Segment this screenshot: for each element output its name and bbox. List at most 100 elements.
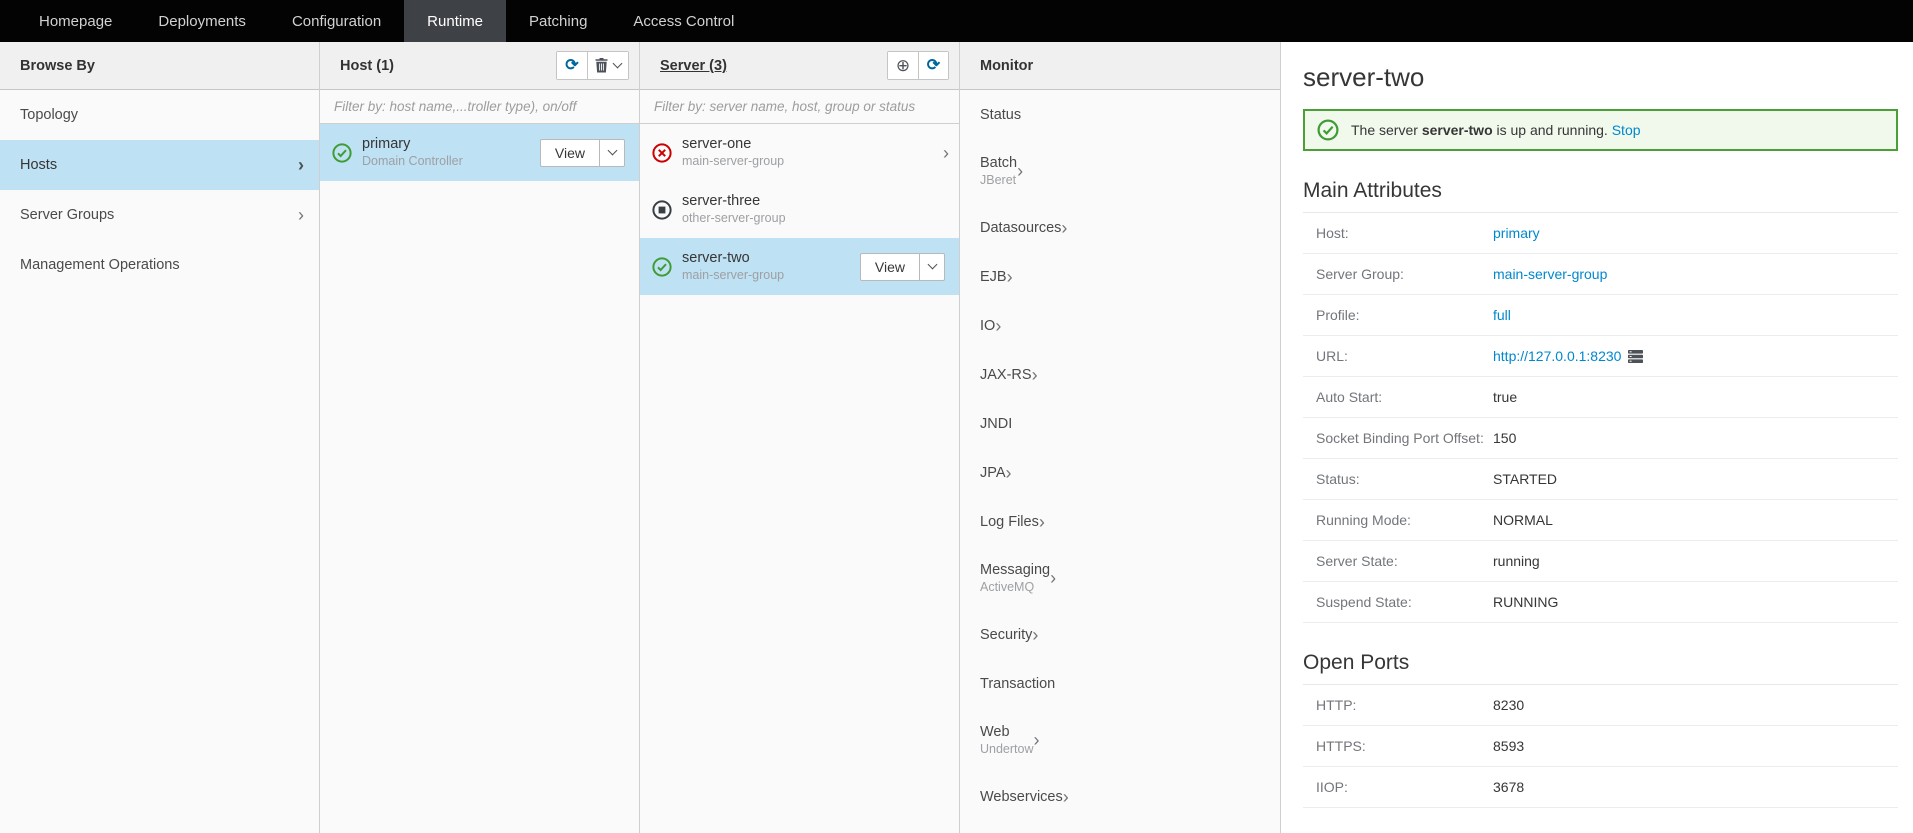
monitor-item-jndi[interactable]: JNDI bbox=[960, 399, 1280, 448]
caret-down-icon bbox=[607, 146, 617, 156]
server-filter-input[interactable] bbox=[652, 98, 947, 115]
attr-label: Status: bbox=[1316, 471, 1493, 487]
success-alert: The server server-two is up and running.… bbox=[1303, 109, 1898, 151]
monitor-item-batch[interactable]: Batch JBeret › bbox=[960, 139, 1280, 203]
profile-link[interactable]: full bbox=[1493, 307, 1511, 323]
monitor-item-text: Batch JBeret bbox=[980, 154, 1017, 188]
attr-value: 8230 bbox=[1493, 697, 1524, 713]
attr-label: Suspend State: bbox=[1316, 594, 1493, 610]
nav-item-access-control[interactable]: Access Control bbox=[610, 0, 757, 42]
url-link[interactable]: http://127.0.0.1:8230 bbox=[1493, 348, 1621, 364]
refresh-icon: ⟳ bbox=[927, 58, 940, 74]
attr-label: Server Group: bbox=[1316, 266, 1493, 282]
status-ok-icon bbox=[332, 143, 352, 163]
nav-item-patching[interactable]: Patching bbox=[506, 0, 610, 42]
host-link[interactable]: primary bbox=[1493, 225, 1540, 241]
browse-item-management-operations[interactable]: Management Operations bbox=[0, 240, 319, 290]
attr-row-profile: Profile: full bbox=[1303, 295, 1898, 336]
view-dropdown-button[interactable] bbox=[920, 253, 945, 281]
view-button[interactable]: View bbox=[540, 139, 600, 167]
server-row-server-two[interactable]: server-two main-server-group View bbox=[640, 238, 959, 295]
monitor-item-web[interactable]: Web Undertow › bbox=[960, 708, 1280, 772]
host-toolbar: ⟳ bbox=[556, 51, 629, 80]
alert-text-after: is up and running. bbox=[1493, 122, 1612, 138]
server-row-text: server-three other-server-group bbox=[682, 193, 786, 226]
server-name: server-three bbox=[682, 193, 786, 210]
refresh-button[interactable]: ⟳ bbox=[557, 52, 587, 79]
nav-item-configuration[interactable]: Configuration bbox=[269, 0, 404, 42]
chevron-right-icon: › bbox=[1039, 513, 1045, 531]
server-group-link[interactable]: main-server-group bbox=[1493, 266, 1607, 282]
status-stopped-icon bbox=[652, 200, 672, 220]
attr-label: Server State: bbox=[1316, 553, 1493, 569]
browse-by-title: Browse By bbox=[20, 58, 95, 74]
monitor-item-io[interactable]: IO › bbox=[960, 301, 1280, 350]
refresh-icon: ⟳ bbox=[565, 58, 578, 74]
chevron-right-icon: › bbox=[1034, 731, 1040, 749]
chevron-right-icon: › bbox=[995, 317, 1001, 335]
monitor-item-ejb[interactable]: EJB › bbox=[960, 252, 1280, 301]
server-detail-panel: server-two The server server-two is up a… bbox=[1281, 42, 1913, 833]
monitor-item-messaging[interactable]: Messaging ActiveMQ › bbox=[960, 546, 1280, 610]
monitor-item-label: JPA bbox=[980, 464, 1006, 482]
attr-row-server-group: Server Group: main-server-group bbox=[1303, 254, 1898, 295]
host-row-primary[interactable]: primary Domain Controller View bbox=[320, 124, 639, 181]
monitor-item-label: Batch bbox=[980, 154, 1017, 172]
server-subtitle: main-server-group bbox=[682, 268, 784, 283]
monitor-item-datasources[interactable]: Datasources › bbox=[960, 203, 1280, 252]
attr-label: Host: bbox=[1316, 225, 1493, 241]
attr-row-iiop: IIOP: 3678 bbox=[1303, 767, 1898, 808]
server-subtitle: main-server-group bbox=[682, 154, 784, 169]
monitor-item-label: EJB bbox=[980, 268, 1007, 286]
server-row-server-one[interactable]: server-one main-server-group › bbox=[640, 124, 959, 181]
page-title: server-two bbox=[1303, 62, 1898, 93]
prune-dropdown-button[interactable] bbox=[587, 52, 628, 79]
chevron-right-icon: › bbox=[1007, 268, 1013, 286]
attr-row-http: HTTP: 8230 bbox=[1303, 685, 1898, 726]
chevron-right-icon: › bbox=[943, 144, 949, 162]
status-ok-icon bbox=[652, 257, 672, 277]
monitor-item-text: Messaging ActiveMQ bbox=[980, 561, 1050, 595]
server-column: Server (3) ⊕ ⟳ server-one main-server-gr… bbox=[640, 42, 960, 833]
nav-item-homepage[interactable]: Homepage bbox=[16, 0, 135, 42]
monitor-item-label: IO bbox=[980, 317, 995, 335]
nav-item-deployments[interactable]: Deployments bbox=[135, 0, 269, 42]
attr-row-https: HTTPS: 8593 bbox=[1303, 726, 1898, 767]
host-filter-input[interactable] bbox=[332, 98, 627, 115]
host-column-title: Host (1) bbox=[340, 58, 394, 74]
nav-item-runtime[interactable]: Runtime bbox=[404, 0, 506, 42]
monitor-item-jax-rs[interactable]: JAX-RS › bbox=[960, 350, 1280, 399]
stop-link[interactable]: Stop bbox=[1612, 122, 1641, 138]
server-column-header: Server (3) ⊕ ⟳ bbox=[640, 42, 959, 90]
view-dropdown-button[interactable] bbox=[600, 139, 625, 167]
browse-item-server-groups[interactable]: Server Groups › bbox=[0, 190, 319, 240]
chevron-right-icon: › bbox=[1017, 162, 1023, 180]
status-error-icon bbox=[652, 143, 672, 163]
server-column-title[interactable]: Server (3) bbox=[660, 58, 727, 74]
chevron-right-icon: › bbox=[1061, 219, 1067, 237]
monitor-item-jpa[interactable]: JPA › bbox=[960, 448, 1280, 497]
finder-columns: Browse By Topology Hosts › Server Groups… bbox=[0, 42, 1913, 833]
monitor-item-label: Web bbox=[980, 723, 1034, 741]
monitor-item-label: JAX-RS bbox=[980, 366, 1032, 384]
attr-label: HTTPS: bbox=[1316, 738, 1493, 754]
add-server-button[interactable]: ⊕ bbox=[888, 52, 918, 79]
browse-by-column: Browse By Topology Hosts › Server Groups… bbox=[0, 42, 320, 833]
server-row-server-three[interactable]: server-three other-server-group bbox=[640, 181, 959, 238]
server-stack-icon[interactable] bbox=[1628, 350, 1643, 363]
alert-text: The server server-two is up and running.… bbox=[1351, 122, 1641, 138]
monitor-item-security[interactable]: Security › bbox=[960, 610, 1280, 659]
browse-item-hosts[interactable]: Hosts › bbox=[0, 140, 319, 190]
monitor-item-log-files[interactable]: Log Files › bbox=[960, 497, 1280, 546]
server-filter-row bbox=[640, 90, 959, 124]
view-button[interactable]: View bbox=[860, 253, 920, 281]
host-subtitle: Domain Controller bbox=[362, 154, 463, 169]
monitor-item-status[interactable]: Status bbox=[960, 90, 1280, 139]
attr-row-suspend-state: Suspend State: RUNNING bbox=[1303, 582, 1898, 623]
monitor-item-label: Datasources bbox=[980, 219, 1061, 237]
refresh-button[interactable]: ⟳ bbox=[918, 52, 948, 79]
monitor-item-webservices[interactable]: Webservices › bbox=[960, 772, 1280, 821]
host-row-text: primary Domain Controller bbox=[362, 136, 463, 169]
monitor-item-transaction[interactable]: Transaction bbox=[960, 659, 1280, 708]
browse-item-topology[interactable]: Topology bbox=[0, 90, 319, 140]
